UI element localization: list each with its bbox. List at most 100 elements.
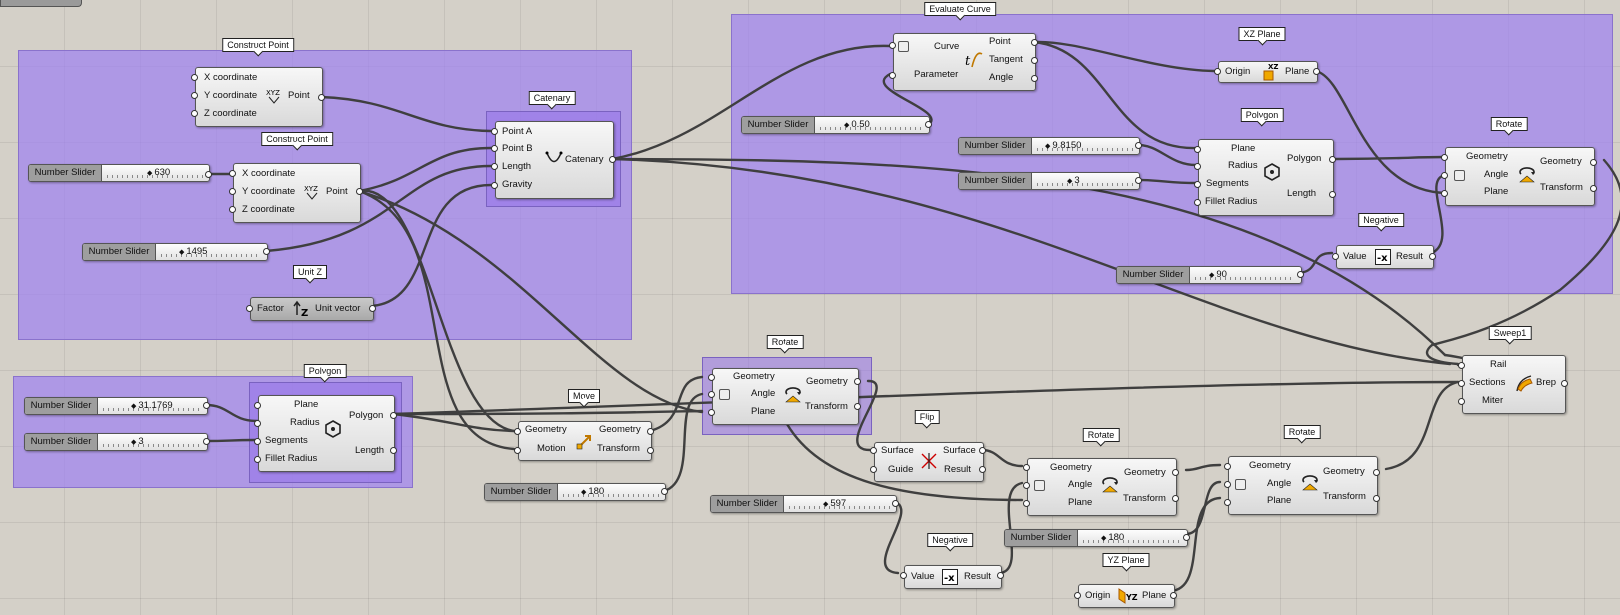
port[interactable] <box>1172 469 1179 476</box>
port[interactable] <box>514 447 521 454</box>
port[interactable] <box>1214 68 1221 75</box>
port[interactable] <box>1458 380 1465 387</box>
port[interactable] <box>1458 362 1465 369</box>
port[interactable] <box>1441 190 1448 197</box>
port[interactable] <box>1429 253 1436 260</box>
port[interactable] <box>1458 398 1465 405</box>
polygon-node-2[interactable]: Plane Radius Segments Fillet Radius Poly… <box>1198 139 1334 216</box>
port[interactable] <box>997 572 1004 579</box>
port[interactable] <box>889 42 896 49</box>
port[interactable] <box>514 428 521 435</box>
number-slider-1495[interactable]: Number Slider 1495 <box>82 243 268 261</box>
number-slider-31-1769[interactable]: Number Slider 31.1769 <box>24 397 208 415</box>
port[interactable] <box>1441 154 1448 161</box>
port[interactable] <box>870 447 877 454</box>
port[interactable] <box>491 163 498 170</box>
port[interactable] <box>369 305 376 312</box>
number-slider-9-8150[interactable]: Number Slider 9.8150 <box>958 137 1140 155</box>
port[interactable] <box>647 428 654 435</box>
negative-node[interactable]: Value Result -x <box>1336 245 1434 269</box>
port[interactable] <box>979 447 986 454</box>
port[interactable] <box>491 182 498 189</box>
port[interactable] <box>1172 495 1179 502</box>
port[interactable] <box>1561 380 1568 387</box>
number-slider-3[interactable]: Number Slider 3 <box>24 433 208 451</box>
port[interactable] <box>661 488 668 495</box>
slider-track[interactable] <box>820 117 923 133</box>
port[interactable] <box>1183 534 1190 541</box>
slider-track[interactable] <box>1037 173 1133 189</box>
port[interactable] <box>390 412 397 419</box>
number-slider-597[interactable]: Number Slider 597 <box>710 495 897 513</box>
port[interactable] <box>1329 191 1336 198</box>
port[interactable] <box>318 94 325 101</box>
port[interactable] <box>356 188 363 195</box>
port[interactable] <box>1023 464 1030 471</box>
port[interactable] <box>390 447 397 454</box>
port[interactable] <box>1194 181 1201 188</box>
port[interactable] <box>979 466 986 473</box>
port[interactable] <box>708 409 715 416</box>
port[interactable] <box>1074 592 1081 599</box>
port[interactable] <box>229 188 236 195</box>
number-slider-3-b[interactable]: Number Slider 3 <box>958 172 1140 190</box>
port[interactable] <box>1023 482 1030 489</box>
port[interactable] <box>1031 57 1038 64</box>
port[interactable] <box>1224 463 1231 470</box>
number-slider-0-50[interactable]: Number Slider 0.50 <box>741 116 930 134</box>
port[interactable] <box>1590 159 1597 166</box>
flip-node[interactable]: Surface Guide Surface Result <box>874 442 984 482</box>
port[interactable] <box>1590 185 1597 192</box>
port[interactable] <box>1135 142 1142 149</box>
port[interactable] <box>229 206 236 213</box>
port[interactable] <box>254 420 261 427</box>
port[interactable] <box>205 171 212 178</box>
port[interactable] <box>1329 156 1336 163</box>
port[interactable] <box>854 378 861 385</box>
port[interactable] <box>246 305 253 312</box>
port[interactable] <box>229 170 236 177</box>
rotate-node-3[interactable]: Geometry Angle Plane Geometry Transform <box>1027 458 1177 516</box>
move-node[interactable]: Geometry Motion Geometry Transform <box>518 421 652 461</box>
port[interactable] <box>892 500 899 507</box>
port[interactable] <box>1313 68 1320 75</box>
port[interactable] <box>254 402 261 409</box>
rotate-node-4[interactable]: Geometry Angle Plane Geometry Transform <box>1228 456 1378 515</box>
unit-z-node[interactable]: Factor Unit vector Z <box>250 297 374 321</box>
port[interactable] <box>900 572 907 579</box>
construct-point-node[interactable]: X coordinate Y coordinate Z coordinate P… <box>195 67 323 127</box>
port[interactable] <box>1373 495 1380 502</box>
catenary-node[interactable]: Point A Point B Length Gravity Catenary <box>495 121 614 199</box>
port[interactable] <box>1194 163 1201 170</box>
port[interactable] <box>925 121 932 128</box>
port[interactable] <box>254 438 261 445</box>
port[interactable] <box>1170 592 1177 599</box>
slider-track[interactable] <box>1083 530 1181 546</box>
port[interactable] <box>609 156 616 163</box>
port[interactable] <box>1194 199 1201 206</box>
sweep1-node[interactable]: Rail Sections Miter Brep <box>1462 355 1566 414</box>
number-slider-630[interactable]: Number Slider 630 <box>28 164 210 182</box>
port[interactable] <box>1031 75 1038 82</box>
port[interactable] <box>191 110 198 117</box>
port[interactable] <box>708 391 715 398</box>
port[interactable] <box>1332 253 1339 260</box>
number-slider-180[interactable]: Number Slider 180 <box>484 483 666 501</box>
port[interactable] <box>1023 500 1030 507</box>
port[interactable] <box>263 248 270 255</box>
port[interactable] <box>1441 172 1448 179</box>
xz-plane-node[interactable]: Origin Plane XZ <box>1218 61 1318 83</box>
slider-track[interactable] <box>563 484 659 500</box>
port[interactable] <box>1224 481 1231 488</box>
evaluate-curve-node[interactable]: Curve Parameter Point Tangent Angle t <box>893 33 1036 91</box>
negative-node-2[interactable]: Value Result -x <box>904 565 1002 589</box>
port[interactable] <box>491 145 498 152</box>
polygon-node[interactable]: Plane Radius Segments Fillet Radius Poly… <box>258 395 395 472</box>
port[interactable] <box>1224 499 1231 506</box>
port[interactable] <box>203 402 210 409</box>
port[interactable] <box>203 438 210 445</box>
number-slider-180-b[interactable]: Number Slider 180 <box>1004 529 1188 547</box>
port[interactable] <box>1135 177 1142 184</box>
port[interactable] <box>1031 39 1038 46</box>
slider-track[interactable] <box>161 244 261 260</box>
